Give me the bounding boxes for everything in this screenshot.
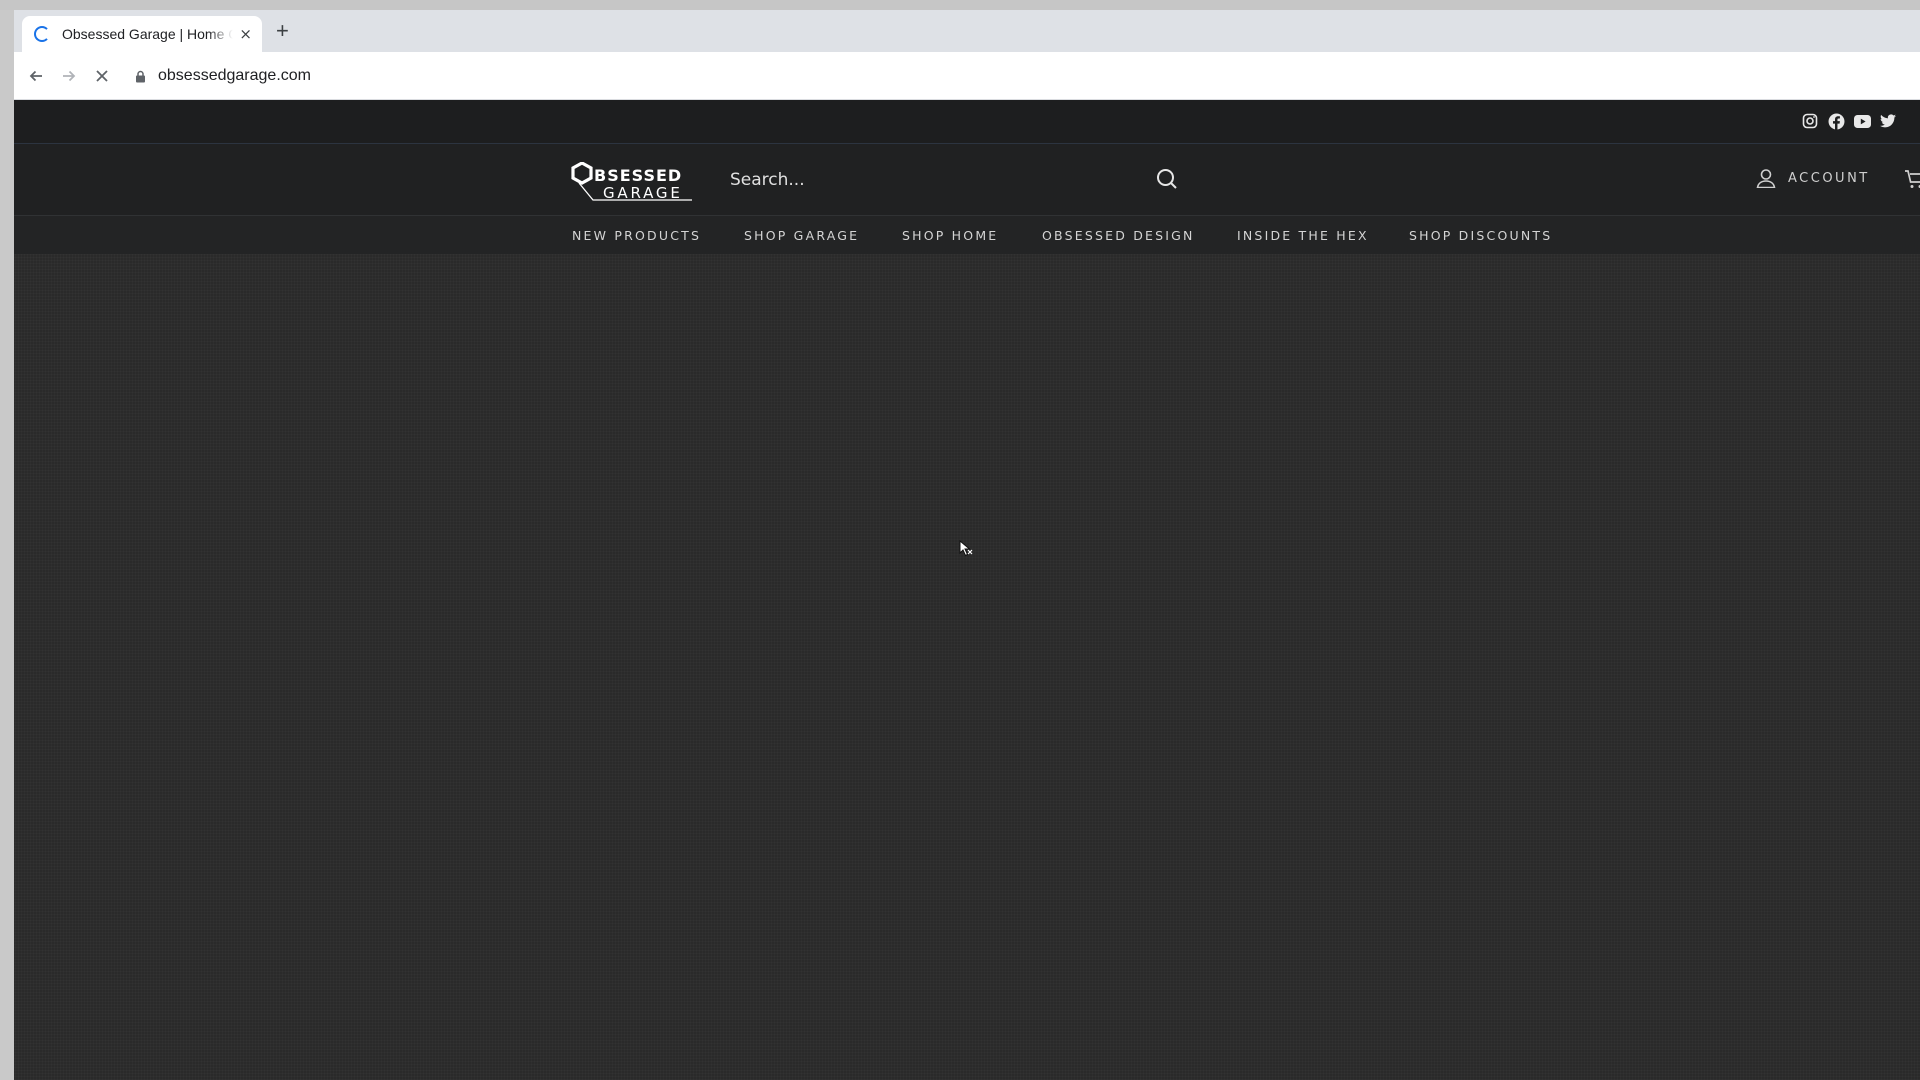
nav-item-obsessed-design[interactable]: OBSESSED DESIGN [1042,228,1195,243]
lock-icon [132,68,148,84]
obsessed-garage-logo[interactable]: BSESSED GARAGE [570,162,694,202]
arrow-right-icon [63,70,76,82]
website-viewport: BSESSED GARAGE ACCOUNT NEW PRODUCTS SHOP… [14,100,1920,1080]
close-icon [96,70,108,82]
close-tab-icon[interactable]: × [239,26,252,42]
search-button[interactable] [1154,166,1180,192]
main-navigation: NEW PRODUCTS SHOP GARAGE SHOP HOME OBSES… [14,216,1920,254]
nav-item-shop-garage[interactable]: SHOP GARAGE [744,228,859,243]
forward-button[interactable] [57,64,81,88]
svg-text:BSESSED: BSESSED [594,166,682,185]
nav-item-shop-discounts[interactable]: SHOP DISCOUNTS [1409,228,1552,243]
facebook-icon[interactable] [1827,112,1845,130]
screen-left-edge [0,10,14,1080]
instagram-icon[interactable] [1801,112,1819,130]
browser-toolbar: obsessedgarage.com [14,52,1920,100]
arrow-left-icon [29,70,42,82]
browser-window: Obsessed Garage | Home Garage Products ×… [14,10,1920,1080]
loading-spinner-icon [34,26,50,42]
twitter-icon[interactable] [1879,112,1897,130]
cart-icon[interactable] [1904,168,1920,190]
browser-tab[interactable]: Obsessed Garage | Home Garage Products × [22,16,262,52]
new-tab-button[interactable]: + [276,20,289,42]
url-text: obsessedgarage.com [158,67,311,84]
nav-item-inside-the-hex[interactable]: INSIDE THE HEX [1237,228,1369,243]
address-bar[interactable]: obsessedgarage.com [132,58,1912,94]
search-input[interactable] [730,158,1170,202]
account-label: ACCOUNT [1788,170,1870,186]
site-header: BSESSED GARAGE ACCOUNT [14,144,1920,216]
user-icon [1756,169,1776,188]
account-link[interactable]: ACCOUNT [1756,168,1870,188]
search-icon [1157,169,1177,189]
announcement-bar [14,100,1920,144]
nav-item-shop-home[interactable]: SHOP HOME [902,228,998,243]
stop-loading-button[interactable] [90,64,114,88]
mouse-cursor-icon [959,540,973,557]
nav-item-new-products[interactable]: NEW PRODUCTS [572,228,701,243]
youtube-icon[interactable] [1853,112,1871,130]
back-button[interactable] [24,64,48,88]
screen-top-edge [0,0,1920,10]
tab-bar: Obsessed Garage | Home Garage Products ×… [14,10,1920,52]
svg-text:GARAGE: GARAGE [603,184,683,202]
tab-title: Obsessed Garage | Home Garage Products [62,26,233,42]
